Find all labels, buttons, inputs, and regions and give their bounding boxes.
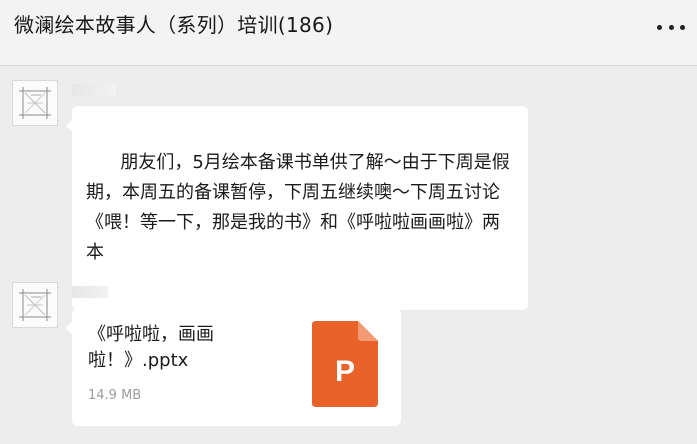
powerpoint-file-icon: P [312,321,378,407]
more-horizontal-icon [657,24,662,30]
more-horizontal-icon [680,24,685,30]
avatar-sketch-icon[interactable] [12,80,58,126]
file-name: 《呼啦啦，画画啦！》.pptx [88,324,214,371]
ppt-icon-letter: P [334,355,355,388]
file-size: 14.9 MB [88,388,142,403]
sender-name-placeholder [72,84,116,96]
chat-header: 微澜绘本故事人（系列）培训(186) [0,0,697,66]
chat-window: 微澜绘本故事人（系列）培训(186) 朋友们，5月绘本备课书单供了解～由于下周是… [0,0,697,444]
message-bubble[interactable]: 朋友们，5月绘本备课书单供了解～由于下周是假期，本周五的备课暂停，下周五继续噢～… [66,106,528,310]
chat-title: 微澜绘本故事人（系列）培训(186) [14,13,334,37]
more-options-button[interactable] [657,16,685,38]
more-horizontal-icon [668,24,674,30]
avatar-sketch-icon[interactable] [12,282,58,328]
message-text: 朋友们，5月绘本备课书单供了解～由于下周是假期，本周五的备课暂停，下周五继续噢～… [86,152,510,263]
file-message-bubble[interactable]: 《呼啦啦，画画啦！》.pptx 14.9 MB P [66,308,401,426]
sender-name-placeholder [72,286,108,298]
